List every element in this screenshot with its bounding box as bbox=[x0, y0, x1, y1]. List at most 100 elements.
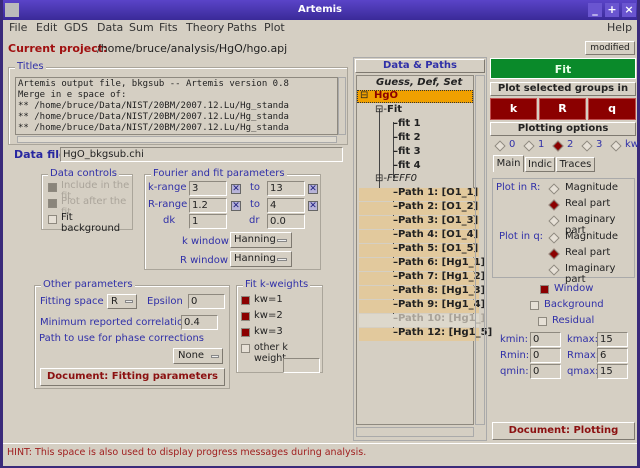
plot-after-checkbox[interactable] bbox=[48, 199, 57, 208]
menu-edit[interactable]: Edit bbox=[36, 21, 57, 34]
plot-r-button[interactable]: R bbox=[539, 98, 586, 120]
minimize-button[interactable]: _ bbox=[588, 3, 602, 17]
tree-item-path[interactable]: –Path 8: [Hg1_3] bbox=[393, 285, 485, 296]
tree-vscrollbar[interactable] bbox=[475, 75, 485, 425]
data-file-input[interactable]: HgO_bkgsub.chi bbox=[60, 147, 343, 162]
kw-radio-3[interactable] bbox=[581, 140, 593, 152]
tree-item-path[interactable]: –Path 5: [O1_5] bbox=[393, 243, 478, 254]
other-parameters-legend: Other parameters bbox=[41, 279, 135, 290]
collapse-icon[interactable]: ⊟ bbox=[360, 90, 368, 101]
menu-theory[interactable]: Theory bbox=[186, 21, 224, 34]
tree-item-path[interactable]: –Path 7: [Hg1_2] bbox=[393, 271, 485, 282]
plot-rmin-input[interactable]: 0 bbox=[530, 348, 561, 363]
document-fitting-parameters-button[interactable]: Document: Fitting parameters bbox=[40, 368, 225, 386]
menu-file[interactable]: File bbox=[9, 21, 27, 34]
tree-hscrollbar[interactable] bbox=[356, 427, 474, 437]
app-menu-icon[interactable] bbox=[5, 3, 19, 17]
plot-in-group: Plot in R: Plot in q: Magnitude Real par… bbox=[492, 178, 635, 285]
plot-q-button[interactable]: q bbox=[588, 98, 636, 120]
menu-help[interactable]: Help bbox=[607, 21, 632, 34]
plot-k-button[interactable]: k bbox=[490, 98, 537, 120]
tree-item-fit-2[interactable]: –fit 2 bbox=[393, 132, 421, 143]
close-button[interactable]: × bbox=[622, 3, 636, 17]
tree-item-feff0[interactable]: ⊟-FEFF0 bbox=[375, 173, 417, 184]
tree-item-fit-1[interactable]: –fit 1 bbox=[393, 118, 421, 129]
epsilon-input[interactable]: 0 bbox=[188, 294, 225, 309]
rmin-pluck-button[interactable]: ✕ bbox=[231, 201, 241, 211]
titles-vscrollbar[interactable] bbox=[338, 77, 346, 135]
dk-input[interactable]: 1 bbox=[189, 214, 227, 229]
rmax-input[interactable]: 4 bbox=[267, 198, 305, 213]
kw3-checkbox[interactable] bbox=[241, 328, 250, 337]
r-real-radio[interactable] bbox=[548, 199, 560, 211]
q-imag-radio[interactable] bbox=[548, 264, 560, 276]
menu-paths[interactable]: Paths bbox=[227, 21, 257, 34]
tree-item-path[interactable]: –Path 2: [O1_2] bbox=[393, 201, 478, 212]
kw-radio-label: 3 bbox=[596, 139, 603, 150]
tree-item-path[interactable]: –Path 3: [O1_3] bbox=[393, 215, 478, 226]
rmax-pluck-button[interactable]: ✕ bbox=[308, 201, 318, 211]
tab-traces[interactable]: Traces bbox=[556, 157, 595, 172]
kw2-checkbox[interactable] bbox=[241, 312, 250, 321]
background-checkbox[interactable] bbox=[530, 301, 539, 310]
kw-radio-1[interactable] bbox=[523, 140, 535, 152]
plot-qmin-input[interactable]: 0 bbox=[530, 364, 561, 379]
kmax-pluck-button[interactable]: ✕ bbox=[308, 184, 318, 194]
kw1-checkbox[interactable] bbox=[241, 296, 250, 305]
q-magnitude-radio[interactable] bbox=[548, 232, 560, 244]
plot-kmin-input[interactable]: 0 bbox=[530, 332, 561, 347]
menu-data[interactable]: Data bbox=[97, 21, 123, 34]
window-checkbox[interactable] bbox=[540, 285, 549, 294]
titles-hscrollbar[interactable] bbox=[17, 136, 337, 143]
titles-textarea[interactable]: Artemis output file, bkgsub -- Artemis v… bbox=[15, 77, 338, 135]
document-plotting-button[interactable]: Document: Plotting bbox=[492, 422, 635, 440]
rmin-input[interactable]: 1.2 bbox=[189, 198, 227, 213]
r-window-select[interactable]: Hanning bbox=[230, 251, 292, 267]
other-kw-input[interactable] bbox=[283, 358, 320, 373]
tree-item-hgo[interactable]: HgO bbox=[374, 90, 398, 101]
menu-sum[interactable]: Sum bbox=[129, 21, 154, 34]
kw-radio-0[interactable] bbox=[494, 140, 506, 152]
fitting-space-select[interactable]: R bbox=[107, 294, 137, 309]
menu-fits[interactable]: Fits bbox=[159, 21, 178, 34]
menu-plot[interactable]: Plot bbox=[264, 21, 285, 34]
kmin-pluck-button[interactable]: ✕ bbox=[231, 184, 241, 194]
tree-item-path[interactable]: –Path 4: [O1_4] bbox=[393, 229, 478, 240]
tree-item-gds[interactable]: Guess, Def, Set bbox=[376, 77, 462, 88]
plot-qmax-input[interactable]: 15 bbox=[597, 364, 628, 379]
plot-rmax-input[interactable]: 6 bbox=[597, 348, 628, 363]
kmin-input[interactable]: 3 bbox=[189, 181, 227, 196]
r-magnitude-label: Magnitude bbox=[565, 182, 618, 193]
tree-item-fit[interactable]: ⊟-Fit bbox=[375, 104, 402, 115]
tree-item-path[interactable]: –Path 10: [Hg1_] bbox=[393, 313, 485, 324]
tree-item-fit-4[interactable]: –fit 4 bbox=[393, 160, 421, 171]
residual-checkbox[interactable] bbox=[538, 317, 547, 326]
fit-background-checkbox[interactable] bbox=[48, 215, 57, 224]
menu-gds[interactable]: GDS bbox=[64, 21, 88, 34]
tree-item-fit-3[interactable]: –fit 3 bbox=[393, 146, 421, 157]
min-correlation-input[interactable]: 0.4 bbox=[181, 315, 218, 330]
include-checkbox[interactable] bbox=[48, 183, 57, 192]
kw-radio-kw[interactable] bbox=[610, 140, 622, 152]
dr-input[interactable]: 0.0 bbox=[267, 214, 305, 229]
r-real-label: Real part bbox=[565, 198, 611, 209]
fit-button[interactable]: Fit bbox=[490, 58, 636, 79]
tree-item-path[interactable]: –Path 6: [Hg1_1] bbox=[393, 257, 485, 268]
r-magnitude-radio[interactable] bbox=[548, 183, 560, 195]
q-real-radio[interactable] bbox=[548, 248, 560, 260]
maximize-button[interactable]: + bbox=[605, 3, 619, 17]
tab-main[interactable]: Main bbox=[493, 155, 524, 172]
k-window-select[interactable]: Hanning bbox=[230, 232, 292, 248]
r-range-label: R-range bbox=[148, 199, 188, 210]
r-imag-radio[interactable] bbox=[548, 215, 560, 227]
modified-button[interactable]: modified bbox=[585, 41, 635, 55]
kw-radio-2[interactable] bbox=[552, 140, 564, 152]
tree-item-path[interactable]: –Path 9: [Hg1_4] bbox=[393, 299, 485, 310]
other-kw-checkbox[interactable] bbox=[241, 344, 250, 353]
plot-kmax-input[interactable]: 15 bbox=[597, 332, 628, 347]
phase-correction-select[interactable]: None bbox=[173, 348, 223, 364]
kmax-input[interactable]: 13 bbox=[267, 181, 305, 196]
tree-item-path[interactable]: –Path 1: [O1_1] bbox=[393, 187, 478, 198]
q-imag-label: Imaginary part bbox=[565, 263, 616, 285]
tab-indic[interactable]: Indic bbox=[525, 157, 555, 172]
